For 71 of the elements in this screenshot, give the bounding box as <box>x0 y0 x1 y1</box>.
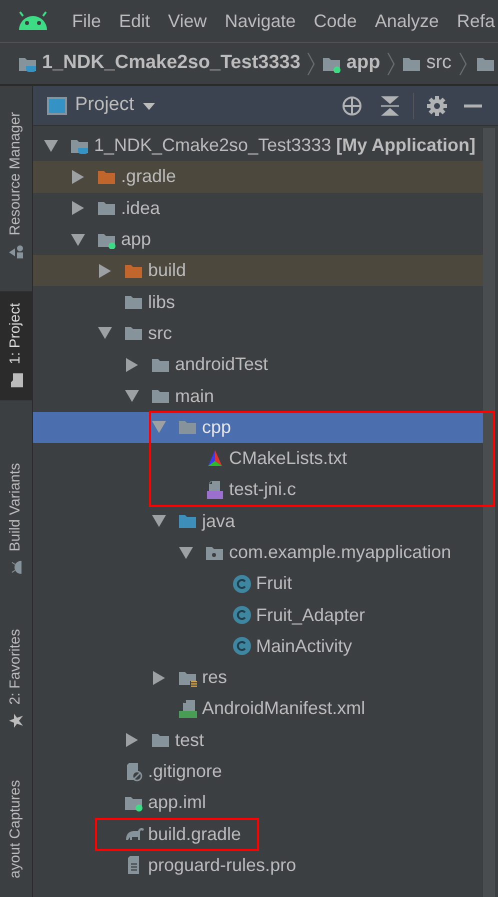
tree-item[interactable]: test-jni.c <box>33 474 483 506</box>
manifest-icon <box>178 698 200 719</box>
breadcrumb-item[interactable]: src <box>400 49 454 78</box>
cpp-file-icon <box>205 480 225 500</box>
locate-button[interactable] <box>341 94 363 116</box>
menu-item[interactable]: View <box>159 8 216 34</box>
tree-item[interactable]: Fruit_Adapter <box>33 599 483 631</box>
class-icon <box>232 574 252 594</box>
tree-item[interactable]: .gradle <box>33 161 483 193</box>
class-icon <box>232 636 252 656</box>
tool-window-tab[interactable]: 1: Project <box>0 291 32 401</box>
class-icon <box>232 605 252 626</box>
menu-item[interactable]: Refa <box>448 8 498 34</box>
tool-window-tab[interactable]: Resource Manager <box>0 100 32 272</box>
caret-icon <box>142 100 156 110</box>
tree-item[interactable]: build <box>33 255 483 286</box>
tree-item[interactable]: AndroidManifest.xml <box>33 693 483 725</box>
minimize-icon <box>464 104 482 108</box>
tree-item[interactable]: app <box>33 224 483 256</box>
tree-item[interactable]: Fruit <box>33 568 483 600</box>
tree-item[interactable]: cpp <box>33 412 483 443</box>
scrollbar[interactable] <box>483 128 495 897</box>
view-selector[interactable]: Project <box>41 91 162 120</box>
folder-icon <box>151 387 171 406</box>
ignore-file-icon <box>124 762 144 782</box>
folder-icon <box>8 372 24 389</box>
settings-button[interactable] <box>426 94 448 116</box>
tree-item[interactable]: libs <box>33 286 483 318</box>
tree-item[interactable]: .idea <box>33 192 483 224</box>
tree-item[interactable]: com.example.myapplication <box>33 536 483 568</box>
shapes-icon <box>8 243 24 260</box>
menu-item[interactable]: Code <box>304 8 366 34</box>
menu-item[interactable]: Navigate <box>216 8 305 34</box>
menu-item[interactable]: Analyze <box>366 8 448 34</box>
collapse-all-icon <box>379 94 401 116</box>
chevron-icon <box>306 50 316 76</box>
breadcrumb-item[interactable]: 1_NDK_Cmake2so_Test3333 <box>16 49 302 78</box>
tree-item[interactable]: CMakeLists.txt <box>33 442 483 474</box>
tree-item[interactable]: MainActivity <box>33 630 483 662</box>
tool-window-tab[interactable]: ayout Captures <box>0 776 32 878</box>
folder-icon <box>97 199 117 218</box>
collapse-all-button[interactable] <box>379 94 401 116</box>
folder-icon <box>124 324 144 342</box>
window-icon <box>47 96 67 114</box>
tree-item[interactable]: app.iml <box>33 787 483 819</box>
tool-window-tab[interactable]: Build Variants <box>0 450 32 587</box>
tree-item[interactable]: build.gradle <box>33 818 483 850</box>
folder-icon <box>178 512 198 530</box>
folder-icon <box>124 293 144 312</box>
tree-item[interactable]: res <box>33 662 483 694</box>
tool-window-tab[interactable]: 2: Favorites <box>0 616 32 741</box>
menu-item[interactable]: File <box>63 8 110 34</box>
chevron-icon <box>386 50 396 76</box>
star-icon <box>8 712 24 729</box>
locate-icon <box>341 94 363 116</box>
folder-icon <box>178 418 198 436</box>
chevron-icon <box>458 50 468 76</box>
tree-item[interactable]: main <box>33 380 483 412</box>
tree-item[interactable]: androidTest <box>33 349 483 380</box>
minimize-button[interactable] <box>464 104 482 108</box>
tree-item[interactable]: test <box>33 724 483 756</box>
tree-item[interactable]: .gitignore <box>33 756 483 788</box>
tree-item[interactable]: proguard-rules.pro <box>33 850 483 882</box>
settings-icon <box>426 94 448 116</box>
folder-icon <box>151 731 171 750</box>
menu-item[interactable]: Edit <box>110 8 160 34</box>
tree-item[interactable]: 1_NDK_Cmake2so_Test3333 [My Application] <box>33 130 483 162</box>
cmake-icon <box>205 448 225 469</box>
tree-item[interactable]: src <box>33 318 483 350</box>
tree-item[interactable]: java <box>33 506 483 537</box>
breadcrumb-item[interactable]: app <box>320 49 382 78</box>
